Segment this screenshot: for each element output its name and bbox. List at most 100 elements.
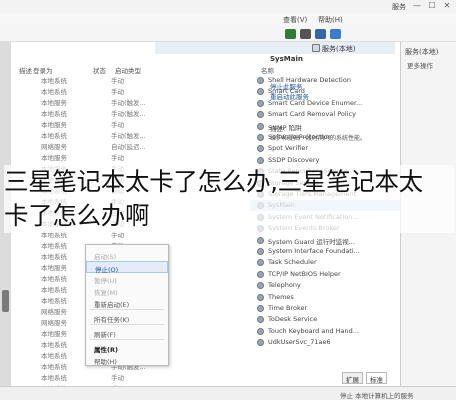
status-bar: 停止 本地计算机上的服务 (0, 386, 456, 400)
table-row[interactable]: 本地系统 手动(触发... (11, 107, 155, 118)
context-menu-item[interactable]: 停止(O) (86, 261, 168, 274)
startup-type-cell: 手动 (111, 374, 124, 382)
context-menu-item[interactable]: 启动(S) (86, 249, 168, 261)
overlay-headline: 三星笔记本太卡了怎么办,三星笔记本太 卡了怎么办啊 (4, 165, 454, 233)
startup-type-cell: 手动 (111, 121, 124, 129)
gear-icon (257, 327, 264, 335)
gear-icon (257, 236, 264, 244)
context-menu-label: 所有任务(K) (94, 316, 130, 324)
logon-cell: 本地系统 (41, 88, 67, 96)
logon-cell: 本地服务 (41, 264, 67, 272)
detail-service-name: SysMain (270, 55, 303, 63)
table-row[interactable]: 网络服务 自动(延迟... (11, 140, 155, 151)
gear-icon (257, 134, 264, 141)
menu-separator (90, 324, 164, 325)
table-row[interactable]: 本地系统 手动(触发... (11, 129, 155, 140)
context-menu: 启动(S) 停止(O) 暂停(U) 恢复(M) 重新启动(E) 所有任务(K) 刷新(F) 属… (85, 244, 169, 366)
context-menu-label: 启动(S) (94, 253, 117, 261)
description-label: 描述: (270, 125, 286, 133)
description-text: 维护和提高一段时间内的系统性能。 (270, 135, 367, 142)
menu-bar: 查看(V) 帮助(H) (0, 13, 456, 25)
menu-separator (90, 339, 164, 340)
scrollbar-thumb[interactable] (2, 290, 9, 312)
view-tabs: 扩展 标准 (330, 372, 400, 386)
start-icon[interactable] (285, 29, 296, 39)
menu-help[interactable]: 帮助(H) (318, 15, 343, 25)
logon-cell: 本地系统 (41, 374, 67, 382)
logon-cell: 本地系统 (41, 110, 67, 118)
tab-standard[interactable]: 标准 (366, 372, 387, 384)
logon-cell: 网络服务 (41, 143, 67, 151)
gear-icon (257, 293, 264, 301)
toolbar (0, 25, 456, 42)
table-row[interactable]: 本地系统 手动 (11, 74, 155, 85)
logon-cell: 本地服务 (41, 121, 67, 129)
context-menu-label: 帮助(H) (94, 358, 117, 366)
pause-icon[interactable] (315, 29, 326, 39)
gear-icon (257, 99, 264, 107)
gear-icon (257, 111, 264, 119)
gear-icon (257, 77, 264, 84)
headline-line-1: 三星笔记本太卡了怎么办,三星笔记本太 (4, 167, 423, 196)
logon-cell: 本地系统 (41, 363, 67, 371)
gear-icon (257, 339, 264, 347)
minimize-button[interactable]: — (410, 1, 424, 11)
table-row[interactable]: 本地系统 手动 (11, 371, 155, 382)
context-menu-item[interactable]: 帮助(H) (86, 354, 168, 366)
gear-icon (257, 259, 264, 267)
context-menu-item[interactable]: 恢复(M) (86, 285, 168, 297)
logon-cell: 本地系统 (41, 132, 67, 140)
status-text: 停止 本地计算机上的服务 (340, 392, 414, 400)
logon-cell: 本地系统 (41, 286, 67, 294)
startup-type-cell: 手动 (111, 77, 124, 85)
actions-title: 服务(本地) (405, 48, 439, 56)
close-button[interactable]: ✕ (440, 1, 454, 11)
maximize-button[interactable]: ☐ (425, 1, 439, 11)
gear-icon (257, 305, 264, 312)
stop-icon[interactable] (300, 29, 311, 39)
context-menu-item[interactable]: 刷新(F) (86, 327, 168, 339)
logon-cell: 本地服务 (41, 154, 67, 162)
gear-icon (257, 145, 264, 153)
tab-extended[interactable]: 扩展 (342, 372, 363, 384)
gear-icon (257, 282, 264, 290)
context-menu-label: 重新启动(E) (94, 301, 130, 309)
headline-line-2: 卡了怎么办啊 (4, 201, 150, 230)
startup-type-cell: 手动 (111, 154, 124, 162)
context-menu-item[interactable]: 属性(R) (86, 342, 168, 354)
logon-cell: 本地系统 (41, 275, 67, 283)
table-row[interactable]: 本地服务 手动 (11, 118, 155, 129)
logon-cell: 网络服务 (41, 308, 67, 316)
menu-view[interactable]: 查看(V) (283, 15, 307, 25)
table-row[interactable]: 本地系统 手动 (11, 85, 155, 96)
table-row[interactable]: 本地服务 手动(触发... (11, 96, 155, 107)
gear-icon (257, 156, 264, 164)
restart-icon[interactable] (330, 29, 341, 39)
context-menu-item[interactable]: 所有任务(K) (86, 312, 168, 324)
logon-cell: 本地系统 (41, 297, 67, 305)
services-header-title: 服务(本地) (322, 45, 356, 53)
context-menu-label: 恢复(M) (94, 289, 118, 297)
startup-type-cell: 手动(触发... (111, 99, 146, 107)
restart-service-link[interactable]: 重启动此服务 (270, 91, 309, 101)
context-menu-item[interactable]: 暂停(U) (86, 273, 168, 285)
startup-type-cell: 手动(触发... (111, 110, 146, 118)
logon-cell: 本地系统 (41, 341, 67, 349)
services-header: 服务(本地) (155, 42, 395, 54)
gear-icon (257, 88, 264, 96)
stop-service-link[interactable]: 停止此服务 (270, 81, 303, 91)
window-title: 服务 (392, 3, 406, 11)
logon-cell: 本地系统 (41, 352, 67, 360)
context-menu-item[interactable]: 重新启动(E) (86, 297, 168, 309)
logon-cell: 本地系统 (41, 242, 67, 250)
gear-icon (257, 248, 264, 255)
context-menu-label: 刷新(F) (94, 331, 116, 339)
services-icon (312, 44, 320, 52)
context-menu-label: 属性(R) (94, 346, 118, 354)
more-actions[interactable]: 更多操作 (407, 60, 433, 70)
title-bar: 服务 — ☐ ✕ (0, 0, 456, 13)
menu-separator (90, 309, 164, 310)
logon-cell: 本地服务 (41, 99, 67, 107)
startup-type-cell: 手动 (111, 88, 124, 96)
table-row[interactable]: 本地服务 手动 (11, 151, 155, 162)
